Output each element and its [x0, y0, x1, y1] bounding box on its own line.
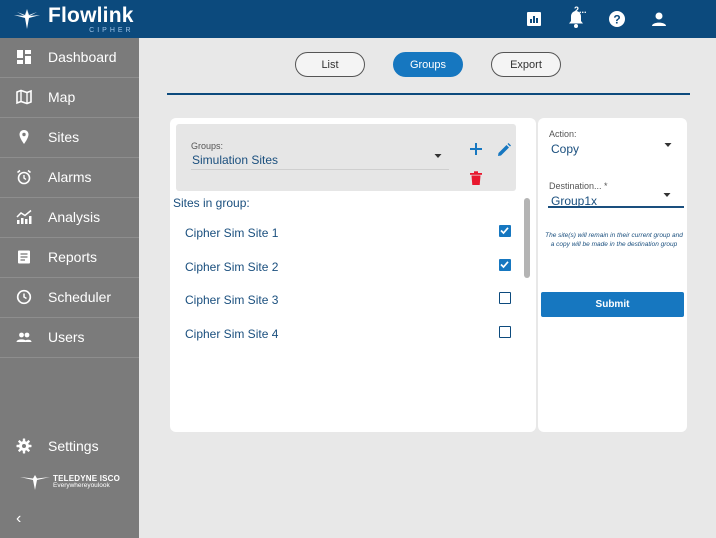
list-item[interactable]: Cipher Sim Site 1: [170, 219, 520, 249]
scrollbar-thumb[interactable]: [524, 198, 530, 278]
flowlink-logo[interactable]: Flowlink CIPHER: [14, 5, 134, 34]
notification-badge: 2...: [574, 5, 587, 15]
list-item[interactable]: Cipher Sim Site 3: [170, 286, 520, 316]
destination-select[interactable]: Group1x: [548, 188, 684, 208]
site-name: Cipher Sim Site 3: [185, 293, 279, 307]
sidebar-item-users[interactable]: Users: [0, 318, 139, 358]
tab-list[interactable]: List: [295, 52, 365, 77]
footer-tagline: Everywhereyoulook: [53, 481, 110, 489]
sidebar-item-dashboard[interactable]: Dashboard: [0, 38, 139, 78]
site-name: Cipher Sim Site 2: [185, 260, 279, 274]
sidebar-item-analysis[interactable]: Analysis: [0, 198, 139, 238]
help-icon[interactable]: ?: [607, 9, 627, 29]
sidebar-item-settings[interactable]: Settings: [0, 434, 139, 458]
svg-text:?: ?: [613, 13, 620, 27]
site-checkbox[interactable]: [499, 292, 511, 304]
tab-groups[interactable]: Groups: [393, 52, 463, 77]
submit-button[interactable]: Submit: [541, 292, 684, 317]
top-bar: Flowlink CIPHER 2... ?: [0, 0, 716, 38]
report-icon: [18, 250, 30, 264]
groups-card: Groups: Simulation Sites Sites in group:…: [170, 118, 536, 432]
sidebar-item-scheduler[interactable]: Scheduler: [0, 278, 139, 318]
sites-in-group-label: Sites in group:: [173, 196, 250, 210]
report-chart-icon[interactable]: [524, 9, 544, 29]
sidebar-item-sites[interactable]: Sites: [0, 118, 139, 158]
sidebar-item-label: Sites: [48, 129, 80, 145]
sidebar-item-map[interactable]: Map: [0, 78, 139, 118]
site-checkbox[interactable]: [499, 326, 511, 338]
caret-down-icon: [663, 193, 671, 197]
account-icon[interactable]: [649, 9, 669, 29]
location-pin-icon: [19, 130, 29, 144]
groups-underline: [191, 169, 449, 170]
sidebar-item-alarms[interactable]: Alarms: [0, 158, 139, 198]
delete-group-button[interactable]: [470, 171, 482, 185]
groups-select[interactable]: Groups: Simulation Sites: [176, 124, 516, 191]
sidebar-item-label: Scheduler: [48, 289, 112, 305]
sidebar-item-reports[interactable]: Reports: [0, 238, 139, 278]
sidebar-item-label: Dashboard: [48, 49, 117, 65]
site-checkbox[interactable]: [499, 225, 511, 237]
list-item[interactable]: Cipher Sim Site 4: [170, 320, 520, 350]
sidebar-item-label: Reports: [48, 249, 98, 265]
sidebar-item-label: Map: [48, 89, 76, 105]
clock-icon: [16, 289, 32, 305]
action-select[interactable]: Copy: [548, 138, 684, 160]
sidebar-item-label: Alarms: [48, 169, 92, 185]
add-group-button[interactable]: [469, 142, 483, 156]
users-icon: [16, 332, 32, 342]
teledyne-isco-logo: TELEDYNE ISCO Everywhereyoulook: [20, 474, 120, 490]
settings-label: Settings: [48, 438, 99, 454]
teledyne-bird-icon: [14, 9, 40, 29]
collapse-sidebar-button[interactable]: ‹: [16, 510, 30, 527]
brand-subtitle: CIPHER: [89, 27, 134, 34]
sidebar: Dashboard Map Sites Alarms Analysis Repo…: [0, 38, 139, 538]
brand-title: Flowlink: [48, 4, 134, 27]
site-name: Cipher Sim Site 4: [185, 327, 279, 341]
site-name: Cipher Sim Site 1: [185, 226, 279, 240]
action-value: Copy: [551, 142, 580, 156]
sites-scrollbar[interactable]: [524, 198, 530, 338]
teledyne-bird-icon: [20, 475, 50, 490]
action-card: Action: Copy Destination... * Group1x Th…: [538, 118, 687, 432]
checkmark-icon: [500, 227, 509, 235]
copy-info-text: The site(s) will remain in their current…: [545, 232, 683, 249]
tab-divider: [167, 93, 690, 95]
list-item[interactable]: Cipher Sim Site 2: [170, 253, 520, 283]
sidebar-item-label: Analysis: [48, 209, 101, 225]
groups-label: Groups:: [191, 141, 224, 151]
caret-down-icon: [434, 154, 442, 158]
sidebar-item-label: Users: [48, 329, 85, 345]
destination-underline: [548, 206, 684, 208]
map-icon: [16, 89, 32, 105]
gear-icon: [16, 438, 32, 454]
tab-export[interactable]: Export: [491, 52, 561, 77]
alarm-clock-icon: [17, 169, 31, 185]
caret-down-icon: [664, 143, 672, 147]
checkmark-icon: [500, 261, 509, 269]
edit-group-button[interactable]: [497, 143, 511, 157]
analytics-icon: [16, 209, 32, 224]
site-checkbox[interactable]: [499, 259, 511, 271]
dashboard-icon: [17, 50, 31, 64]
groups-value: Simulation Sites: [192, 153, 279, 167]
